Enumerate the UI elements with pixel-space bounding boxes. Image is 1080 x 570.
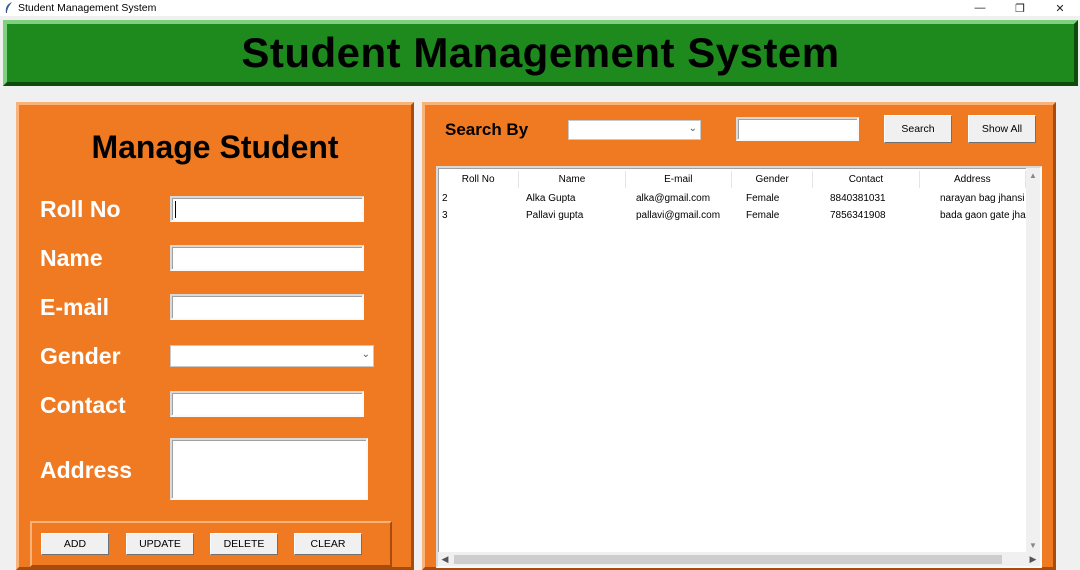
horizontal-scrollbar[interactable]: ◀ ▶ — [438, 552, 1040, 566]
restore-button[interactable]: ❐ — [1000, 0, 1040, 16]
close-button[interactable]: ✕ — [1040, 0, 1080, 16]
title-banner: Student Management System — [3, 20, 1078, 86]
student-table: Roll No Name E-mail Gender Contact Addre… — [436, 166, 1042, 568]
cell-gender: Female — [746, 209, 780, 221]
cell-gender: Female — [746, 192, 780, 204]
cell-roll-no: 2 — [442, 192, 448, 204]
column-header-address[interactable]: Address — [920, 171, 1026, 188]
search-by-select[interactable]: ⌄ — [568, 120, 701, 140]
arrow-left-icon[interactable]: ◀ — [438, 552, 452, 566]
cell-email: alka@gmail.com — [636, 192, 711, 204]
roll-no-label: Roll No — [40, 196, 121, 222]
gender-label: Gender — [40, 343, 121, 369]
column-header-gender[interactable]: Gender — [732, 171, 814, 188]
clear-button[interactable]: CLEAR — [294, 533, 362, 555]
column-header-name[interactable]: Name — [519, 171, 626, 188]
chevron-down-icon: ⌄ — [688, 123, 697, 134]
window-titlebar: Student Management System — ❐ ✕ — [0, 0, 1080, 16]
cell-name: Alka Gupta — [526, 192, 576, 204]
cell-address: bada gaon gate jha — [940, 209, 1026, 221]
name-label: Name — [40, 245, 103, 271]
address-textarea[interactable] — [170, 438, 368, 500]
email-label: E-mail — [40, 294, 110, 320]
minimize-button[interactable]: — — [960, 0, 1000, 16]
feather-icon — [2, 1, 16, 15]
arrow-down-icon[interactable]: ▼ — [1026, 538, 1040, 552]
arrow-right-icon[interactable]: ▶ — [1026, 552, 1040, 566]
cell-roll-no: 3 — [442, 209, 448, 221]
column-header-contact[interactable]: Contact — [813, 171, 920, 188]
update-button[interactable]: UPDATE — [126, 533, 194, 555]
table-row[interactable]: 3 Pallavi gupta pallavi@gmail.com Female… — [438, 207, 1026, 223]
roll-no-input[interactable] — [170, 196, 364, 222]
column-header-email[interactable]: E-mail — [626, 171, 732, 188]
contact-input[interactable] — [170, 391, 364, 417]
cell-contact: 8840381031 — [830, 192, 886, 204]
table-header: Roll No Name E-mail Gender Contact Addre… — [438, 171, 1026, 188]
show-all-button[interactable]: Show All — [968, 115, 1036, 143]
search-by-label: Search By — [445, 120, 529, 139]
vertical-scrollbar[interactable]: ▲ ▼ — [1026, 168, 1040, 552]
student-list-panel: Search By ⌄ Search Show All Roll No Name… — [422, 102, 1056, 570]
table-row[interactable]: 2 Alka Gupta alka@gmail.com Female 88403… — [438, 190, 1026, 206]
arrow-up-icon[interactable]: ▲ — [1026, 168, 1040, 182]
cell-email: pallavi@gmail.com — [636, 209, 721, 221]
action-button-bar: ADD UPDATE DELETE CLEAR — [30, 521, 392, 567]
banner-title: Student Management System — [241, 29, 840, 76]
column-header-roll-no[interactable]: Roll No — [438, 171, 520, 188]
search-input[interactable] — [736, 117, 859, 141]
cell-name: Pallavi gupta — [526, 209, 584, 221]
window-title: Student Management System — [18, 2, 157, 14]
address-label: Address — [40, 457, 133, 483]
chevron-down-icon: ⌄ — [361, 349, 370, 360]
delete-button[interactable]: DELETE — [210, 533, 278, 555]
cell-address: narayan bag jhansi — [940, 192, 1025, 204]
email-input[interactable] — [170, 294, 364, 320]
contact-label: Contact — [40, 392, 126, 418]
add-button[interactable]: ADD — [41, 533, 109, 555]
manage-heading: Manage Student — [91, 129, 339, 165]
cell-contact: 7856341908 — [830, 209, 886, 221]
name-input[interactable] — [170, 245, 364, 271]
search-button[interactable]: Search — [884, 115, 952, 143]
window-controls: — ❐ ✕ — [960, 0, 1080, 16]
manage-student-panel: Manage Student Roll No Name E-mail Gende… — [16, 102, 414, 570]
gender-select[interactable]: ⌄ — [170, 345, 374, 367]
scrollbar-thumb[interactable] — [454, 555, 1002, 564]
